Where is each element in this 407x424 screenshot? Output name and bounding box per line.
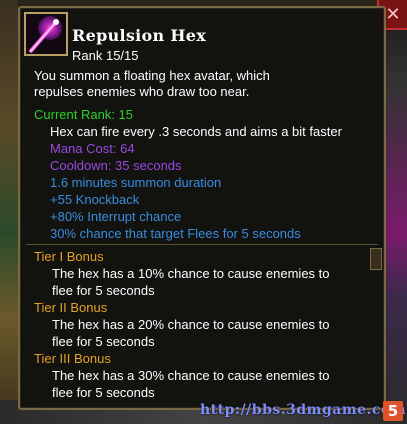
stat-line: 30% chance that target Flees for 5 secon… — [50, 226, 301, 241]
stat-line: 1.6 minutes summon duration — [50, 175, 222, 190]
game-scene-left — [0, 0, 18, 424]
tier-text: flee for 5 seconds — [52, 334, 155, 349]
skill-description: You summon a floating hex avatar, which … — [34, 68, 374, 100]
current-rank-effect: Hex can fire every .3 seconds and aims a… — [50, 124, 342, 139]
tier-text: flee for 5 seconds — [52, 283, 155, 298]
game-scene-right — [385, 0, 407, 424]
tier-bonus-list: Tier I Bonus The hex has a 10% chance to… — [34, 248, 379, 401]
tier-text: The hex has a 30% chance to cause enemie… — [52, 368, 330, 383]
skill-title: Repulsion Hex — [72, 26, 207, 45]
tier-label: Tier II Bonus — [34, 300, 108, 315]
tier-text: The hex has a 20% chance to cause enemie… — [52, 317, 330, 332]
current-rank-section: Current Rank: 15 Hex can fire every .3 s… — [34, 106, 379, 242]
tier-label: Tier I Bonus — [34, 249, 104, 264]
tier-text: The hex has a 10% chance to cause enemie… — [52, 266, 330, 281]
description-line: You summon a floating hex avatar, which — [34, 68, 270, 83]
tier-bonus-3: Tier III Bonus The hex has a 30% chance … — [34, 350, 379, 401]
cooldown: Cooldown: 35 seconds — [50, 158, 182, 173]
tier-label: Tier III Bonus — [34, 351, 111, 366]
stat-line: +80% Interrupt chance — [50, 209, 182, 224]
stat-line: +55 Knockback — [50, 192, 140, 207]
skill-rank: Rank 15/15 — [72, 48, 139, 63]
current-rank-label: Current Rank: 15 — [34, 107, 133, 122]
tooltip-scrollbar[interactable] — [370, 248, 382, 408]
site-logo-icon: 5 — [383, 401, 403, 421]
tier-bonus-2: Tier II Bonus The hex has a 20% chance t… — [34, 299, 379, 350]
repulsion-hex-skill-icon — [24, 12, 68, 56]
watermark-url: http://bbs.3dmgame.com — [200, 402, 407, 418]
description-line: repulses enemies who draw too near. — [34, 84, 250, 99]
scroll-thumb[interactable] — [370, 248, 382, 270]
section-divider — [26, 244, 378, 245]
mana-cost: Mana Cost: 64 — [50, 141, 135, 156]
tier-text: flee for 5 seconds — [52, 385, 155, 400]
skill-tooltip: Repulsion Hex Rank 15/15 You summon a fl… — [18, 6, 386, 410]
tier-bonus-1: Tier I Bonus The hex has a 10% chance to… — [34, 248, 379, 299]
